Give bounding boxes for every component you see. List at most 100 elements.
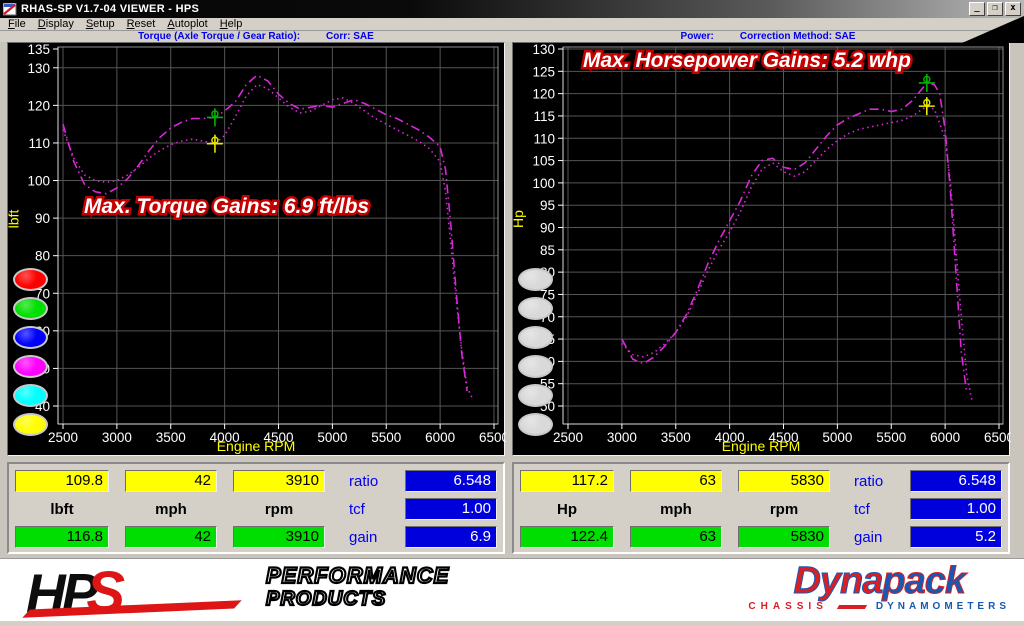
menu-bar: File Display Setup Reset Autoplot Help	[0, 18, 1024, 31]
window-title: RHAS-SP V1.7-04 VIEWER - HPS	[21, 3, 199, 15]
hp-unit-label: Hp	[520, 501, 614, 519]
torque-baseline-value-field: 109.8	[15, 470, 109, 492]
channel-button-2[interactable]	[518, 297, 553, 320]
speed-unit-label: mph	[630, 501, 722, 519]
menu-setup[interactable]: Setup	[80, 18, 121, 30]
gain-label: gain	[854, 529, 882, 546]
gain-label: gain	[349, 529, 377, 546]
ratio-value-field: 6.548	[910, 470, 1002, 492]
footer: HPS PERFORMANCE PRODUCTS Dynapack CHASSI…	[0, 558, 1024, 621]
channel-button-6[interactable]	[518, 413, 553, 436]
power-header-corr: Correction Method: SAE	[740, 31, 856, 42]
torque-y-axis-label: lbft	[5, 210, 21, 229]
speed-modified-value-field: 42	[125, 526, 217, 548]
svg-text:95: 95	[540, 198, 555, 213]
power-chart[interactable]: 5055606570758085909510010511011512012513…	[512, 42, 1010, 456]
hps-logo-words: PERFORMANCE PRODUCTS	[266, 563, 449, 611]
torque-plot[interactable]: 4050607080901001101201301352500300035004…	[8, 43, 506, 457]
channel-button-5[interactable]	[13, 384, 48, 407]
svg-text:135: 135	[27, 43, 50, 57]
torque-data-table: 109.8 42 3910 lbft mph rpm 116.8 42 3910…	[7, 462, 505, 554]
power-gain-annotation: Max. Horsepower Gains: 5.2 whp Max. Hors…	[583, 49, 911, 73]
power-data-table: 117.2 63 5830 Hp mph rpm 122.4 63 5830 r…	[512, 462, 1010, 554]
power-x-axis-label: Engine RPM	[513, 438, 1009, 454]
menu-reset[interactable]: Reset	[121, 18, 162, 30]
rpm-unit-label: rpm	[738, 501, 830, 519]
svg-text:120: 120	[532, 87, 555, 102]
rpm-modified-value-field: 5830	[738, 526, 830, 548]
dynapack-logo: Dynapack CHASSIS DYNAMOMETERS	[748, 562, 1010, 612]
svg-text:90: 90	[540, 221, 555, 236]
panel-headers: Torque (Axle Torque / Gear Ratio): Corr:…	[0, 31, 1024, 42]
channel-button-2[interactable]	[13, 297, 48, 320]
channel-button-4[interactable]	[518, 355, 553, 378]
ratio-label: ratio	[854, 473, 883, 490]
svg-text:120: 120	[27, 98, 50, 113]
rpm-unit-label: rpm	[233, 501, 325, 519]
rpm-baseline-value-field: 5830	[738, 470, 830, 492]
hps-logo-s: S	[86, 560, 125, 625]
hp-modified-value-field: 122.4	[520, 526, 614, 548]
power-header: Power: Correction Method: SAE	[512, 31, 1024, 42]
svg-text:110: 110	[533, 131, 555, 146]
torque-gain-annotation: Max. Torque Gains: 6.9 ft/lbs Max. Torqu…	[84, 195, 369, 219]
svg-text:80: 80	[35, 249, 50, 264]
speed-baseline-value-field: 63	[630, 470, 722, 492]
channel-button-4[interactable]	[13, 355, 48, 378]
power-header-label: Power:	[681, 31, 714, 42]
rpm-baseline-value-field: 3910	[233, 470, 325, 492]
gain-value-field: 5.2	[910, 526, 1002, 548]
torque-header-label: Torque (Axle Torque / Gear Ratio):	[138, 31, 300, 42]
dynapack-logo-dyna: Dyna	[793, 560, 882, 602]
channel-button-1[interactable]	[13, 268, 48, 291]
gain-value-field: 6.9	[405, 526, 497, 548]
hps-logo: HPS	[26, 559, 125, 626]
svg-text:100: 100	[532, 176, 555, 191]
torque-x-axis-label: Engine RPM	[8, 438, 504, 454]
torque-header-corr: Corr: SAE	[326, 31, 374, 42]
tcf-value-field: 1.00	[910, 498, 1002, 520]
channel-button-5[interactable]	[518, 384, 553, 407]
svg-text:90: 90	[35, 211, 50, 226]
hps-performance-text: PERFORMANCE	[266, 563, 449, 588]
hps-products-text: PRODUCTS	[266, 588, 449, 611]
channel-button-3[interactable]	[518, 326, 553, 349]
channel-button-1[interactable]	[518, 268, 553, 291]
speed-modified-value-field: 63	[630, 526, 722, 548]
channel-button-6[interactable]	[13, 413, 48, 436]
menu-display[interactable]: Display	[32, 18, 80, 30]
hp-baseline-value-field: 117.2	[520, 470, 614, 492]
torque-unit-label: lbft	[15, 501, 109, 519]
dynapack-chassis-text: CHASSIS	[748, 601, 827, 612]
tcf-label: tcf	[854, 501, 870, 518]
torque-modified-value-field: 116.8	[15, 526, 109, 548]
close-button[interactable]: x	[1005, 2, 1021, 16]
torque-header: Torque (Axle Torque / Gear Ratio): Corr:…	[0, 31, 512, 42]
svg-text:110: 110	[28, 136, 50, 151]
menu-autoplot[interactable]: Autoplot	[161, 18, 213, 30]
svg-text:85: 85	[540, 243, 555, 258]
torque-chart[interactable]: 4050607080901001101201301352500300035004…	[7, 42, 505, 456]
tables-row: 109.8 42 3910 lbft mph rpm 116.8 42 3910…	[0, 456, 1024, 558]
power-plot[interactable]: 5055606570758085909510010511011512012513…	[513, 43, 1011, 457]
power-y-axis-label: Hp	[510, 210, 526, 228]
dynapack-dynamometers-text: DYNAMOMETERS	[876, 601, 1010, 612]
restore-button[interactable]: ❐	[987, 2, 1003, 16]
charts-row: 4050607080901001101201301352500300035004…	[0, 42, 1024, 456]
svg-text:105: 105	[532, 154, 555, 169]
svg-text:100: 100	[27, 174, 50, 189]
svg-text:115: 115	[533, 109, 555, 124]
ratio-value-field: 6.548	[405, 470, 497, 492]
channel-button-3[interactable]	[13, 326, 48, 349]
speed-unit-label: mph	[125, 501, 217, 519]
menu-file[interactable]: File	[2, 18, 32, 30]
svg-text:125: 125	[532, 64, 555, 79]
rpm-modified-value-field: 3910	[233, 526, 325, 548]
svg-text:130: 130	[27, 61, 50, 76]
tcf-label: tcf	[349, 501, 365, 518]
menu-help[interactable]: Help	[214, 18, 249, 30]
minimize-button[interactable]: _	[969, 2, 985, 16]
speed-baseline-value-field: 42	[125, 470, 217, 492]
app-icon	[3, 3, 17, 16]
dynapack-logo-pack: pack	[882, 560, 965, 602]
